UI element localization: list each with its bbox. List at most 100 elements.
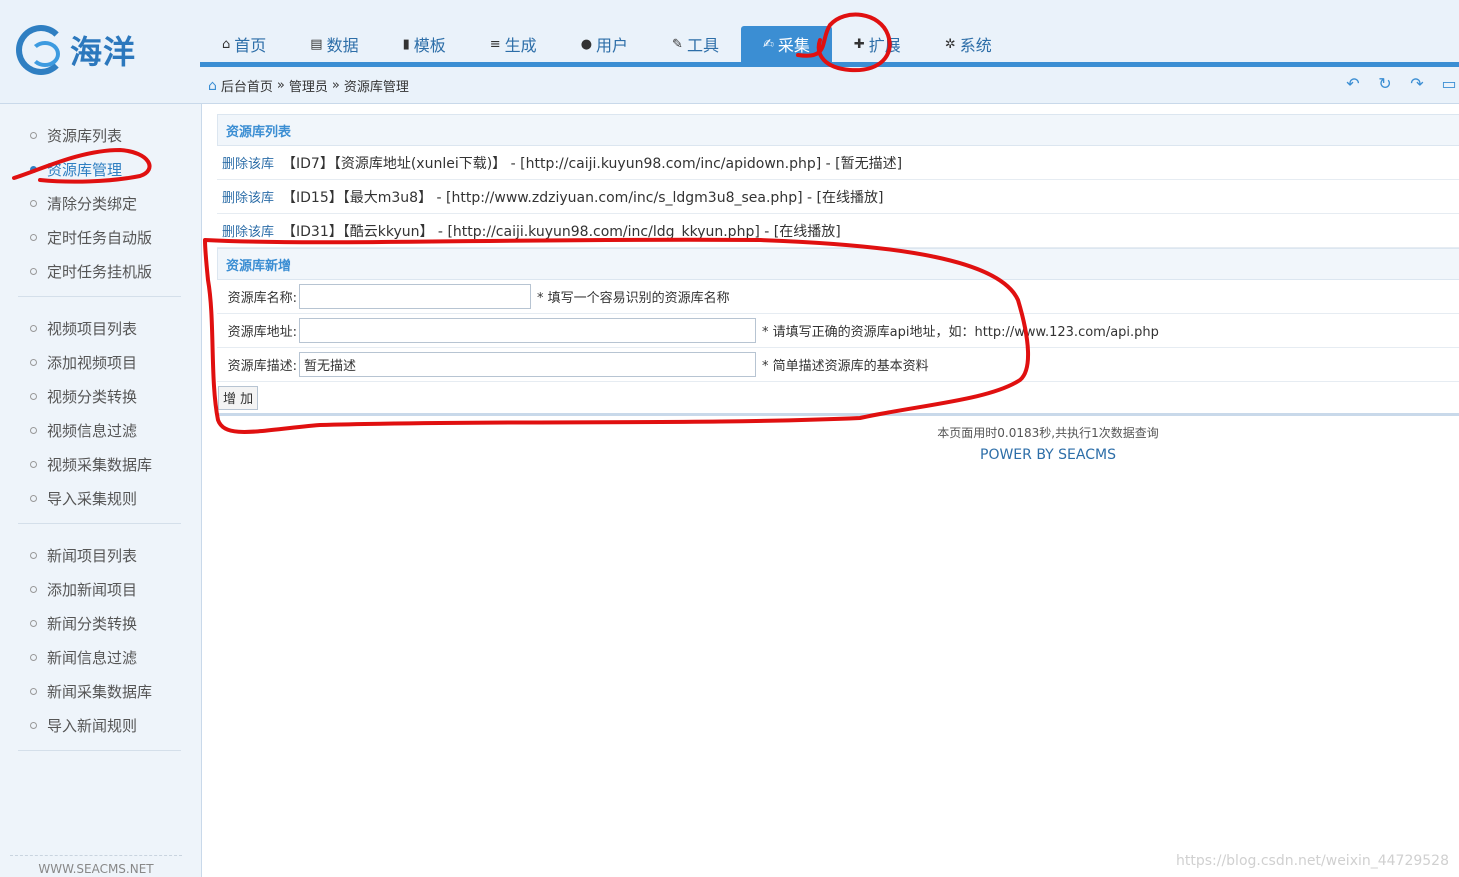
list-section-title: 资源库列表	[217, 114, 1459, 146]
bullet-icon	[30, 721, 37, 729]
nav-item-3[interactable]: ≡ 生成	[468, 26, 559, 62]
bullet-icon	[30, 199, 37, 207]
bullet-icon	[30, 687, 37, 695]
sidebar-item-label: 新闻分类转换	[47, 614, 138, 633]
resource-row: 删除该库 【ID7】【资源库地址(xunlei下载)】 - [http://cai…	[217, 146, 1459, 180]
nav-item-4[interactable]: ● 用户	[559, 26, 650, 62]
puzzle-icon: ✚	[853, 36, 865, 52]
sidebar: 资源库列表资源库管理清除分类绑定 定时任务自动版定时任务挂机版 视频项目列表添加视频…	[0, 104, 202, 877]
sidebar-item[interactable]: 资源库管理	[18, 152, 181, 186]
home-icon: ⌂	[208, 77, 217, 94]
delete-link[interactable]: 删除该库	[222, 187, 274, 206]
wave-logo-icon	[16, 25, 66, 75]
sidebar-item-label: 视频信息过滤	[47, 421, 138, 440]
resource-info: 【ID15】【最大m3u8】 - [http://www.zdziyuan.co…	[282, 189, 884, 206]
sidebar-group: 资源库列表资源库管理清除分类绑定 定时任务自动版定时任务挂机版	[18, 104, 181, 297]
sidebar-item[interactable]: 导入采集规则	[18, 481, 181, 515]
file-icon: ▮	[402, 36, 410, 52]
breadcrumb-level2[interactable]: 管理员	[289, 76, 328, 95]
submit-row: 增 加	[217, 382, 1459, 416]
breadcrumb-home[interactable]: 后台首页	[221, 76, 273, 95]
resource-info: 【ID7】【资源库地址(xunlei下载)】 - [http://caiji.k…	[282, 155, 903, 172]
url-hint: * 请填写正确的资源库api地址，如：http://www.123.com/ap…	[762, 325, 1159, 340]
nav-item-label: 模板	[413, 36, 446, 55]
bullet-icon	[30, 324, 37, 332]
logo-text: 海洋	[70, 33, 137, 71]
bullet-icon	[30, 233, 37, 241]
sidebar-item[interactable]: 新闻分类转换	[18, 606, 181, 640]
nav-item-1[interactable]: ▤ 数据	[288, 26, 380, 62]
sidebar-item[interactable]: 视频信息过滤	[18, 413, 181, 447]
sidebar-item[interactable]: 视频采集数据库	[18, 447, 181, 481]
bullet-icon	[30, 653, 37, 661]
sidebar-item[interactable]: 添加视频项目	[18, 345, 181, 379]
form-section-title: 资源库新增	[217, 248, 1459, 280]
sidebar-item[interactable]: 新闻信息过滤	[18, 640, 181, 674]
page-footer: 本页面用时0.0183秒,共执行1次数据查询 POWER BY SEACMS	[217, 424, 1459, 463]
nav-item-label: 工具	[686, 36, 719, 55]
logo: 海洋	[16, 22, 146, 78]
sidebar-item[interactable]: 清除分类绑定	[18, 186, 181, 220]
watermark: https://blog.csdn.net/weixin_44729528	[1175, 853, 1449, 869]
main-content: 资源库列表 删除该库 【ID7】【资源库地址(xunlei下载)】 - [http…	[217, 114, 1459, 463]
back-icon[interactable]: ↶	[1343, 74, 1363, 93]
bullet-icon	[30, 267, 37, 275]
power-by[interactable]: POWER BY SEACMS	[637, 447, 1459, 463]
stack-icon: ≡	[489, 36, 501, 52]
nav-item-0[interactable]: ⌂ 首页	[200, 26, 288, 62]
sidebar-item-label: 新闻项目列表	[47, 546, 138, 565]
main-nav: ⌂ 首页 ▤ 数据 ▮ 模板 ≡ 生成 ● 用户 ✎ 工具 ✍ 采集 ✚ 扩展 ✲ 系统	[200, 26, 1014, 66]
wrench-icon: ✎	[672, 36, 683, 52]
bullet-icon	[30, 460, 37, 468]
add-button[interactable]: 增 加	[218, 385, 259, 410]
sidebar-item[interactable]: 视频分类转换	[18, 379, 181, 413]
bullet-icon	[30, 131, 37, 139]
bullet-icon	[30, 165, 37, 173]
nav-item-6[interactable]: ✍ 采集	[740, 26, 832, 62]
bullet-icon	[30, 358, 37, 366]
sidebar-item[interactable]: 定时任务自动版	[18, 220, 181, 254]
resource-info: 【ID31】【酷云kkyun】 - [http://caiji.kuyun98.…	[282, 223, 841, 240]
nav-item-8[interactable]: ✲ 系统	[923, 26, 1014, 62]
nav-item-7[interactable]: ✚ 扩展	[832, 26, 923, 62]
refresh-icon[interactable]: ↻	[1375, 74, 1395, 93]
nav-underline	[200, 62, 1459, 67]
nav-item-label: 采集	[777, 36, 810, 55]
sidebar-item[interactable]: 新闻项目列表	[18, 538, 181, 572]
name-input[interactable]	[299, 284, 531, 309]
sidebar-item-label: 资源库管理	[47, 160, 123, 179]
resource-row: 删除该库 【ID31】【酷云kkyun】 - [http://caiji.kuyu…	[217, 214, 1459, 248]
bullet-icon	[30, 392, 37, 400]
name-hint: * 填写一个容易识别的资源库名称	[537, 291, 730, 306]
sidebar-item[interactable]: 定时任务挂机版	[18, 254, 181, 288]
nav-item-label: 用户	[596, 36, 629, 55]
sidebar-item-label: 新闻信息过滤	[47, 648, 138, 667]
home-icon: ⌂	[222, 36, 231, 52]
url-input[interactable]	[299, 318, 756, 343]
window-icon[interactable]: ▭	[1439, 74, 1459, 93]
nav-item-label: 生成	[504, 36, 537, 55]
sidebar-item[interactable]: 视频项目列表	[18, 311, 181, 345]
query-stat: 本页面用时0.0183秒,共执行1次数据查询	[937, 426, 1159, 440]
nav-item-5[interactable]: ✎ 工具	[650, 26, 741, 62]
sidebar-item-label: 添加视频项目	[47, 353, 138, 372]
sidebar-item[interactable]: 添加新闻项目	[18, 572, 181, 606]
sidebar-item-label: 视频分类转换	[47, 387, 138, 406]
desc-input[interactable]	[299, 352, 756, 377]
delete-link[interactable]: 删除该库	[222, 221, 274, 240]
sidebar-item-label: 视频采集数据库	[47, 455, 153, 474]
sidebar-item-label: 导入采集规则	[47, 489, 138, 508]
sidebar-item[interactable]: 导入新闻规则	[18, 708, 181, 742]
nav-item-label: 系统	[959, 36, 992, 55]
sidebar-item-label: 清除分类绑定	[47, 194, 138, 213]
sidebar-item-label: 定时任务自动版	[47, 228, 153, 247]
forward-icon[interactable]: ↷	[1407, 74, 1427, 93]
sidebar-item-label: 新闻采集数据库	[47, 682, 153, 701]
nav-item-2[interactable]: ▮ 模板	[381, 26, 468, 62]
sidebar-item[interactable]: 资源库列表	[18, 118, 181, 152]
sidebar-item[interactable]: 新闻采集数据库	[18, 674, 181, 708]
sidebar-item-label: 添加新闻项目	[47, 580, 138, 599]
delete-link[interactable]: 删除该库	[222, 153, 274, 172]
user-icon: ●	[580, 36, 593, 52]
breadcrumb-sep: »	[331, 78, 340, 93]
